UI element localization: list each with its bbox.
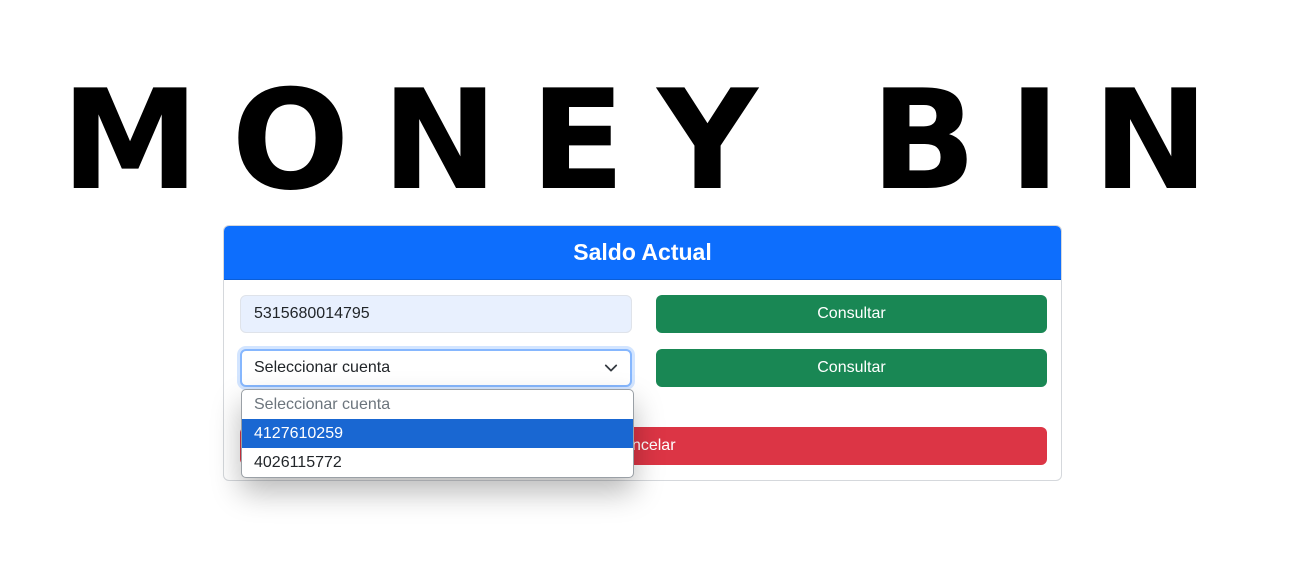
consult-card-button[interactable]: Consultar [656,295,1047,333]
dropdown-option[interactable]: 4026115772 [242,448,633,477]
dropdown-option[interactable]: 4127610259 [242,419,633,448]
card-number-value: 5315680014795 [254,305,370,322]
account-select-value: Seleccionar cuenta [254,359,391,376]
money-bin-logo: MONEY BIN [40,64,1262,214]
balance-card: Saldo Actual 5315680014795 Consultar Sel… [223,225,1062,481]
consult-card-button-label: Consultar [817,305,886,322]
logo-text: MONEY BIN [61,64,1241,214]
dropdown-option[interactable]: Seleccionar cuenta [242,390,633,419]
card-title: Saldo Actual [573,239,712,265]
consult-account-button-label: Consultar [817,359,886,376]
consult-account-button[interactable]: Consultar [656,349,1047,387]
account-dropdown-list: Seleccionar cuenta 4127610259 4026115772 [241,389,634,478]
card-header: Saldo Actual [224,226,1061,280]
card-number-input[interactable]: 5315680014795 [240,295,632,333]
chevron-down-icon [604,364,618,372]
account-select[interactable]: Seleccionar cuenta [240,349,632,387]
